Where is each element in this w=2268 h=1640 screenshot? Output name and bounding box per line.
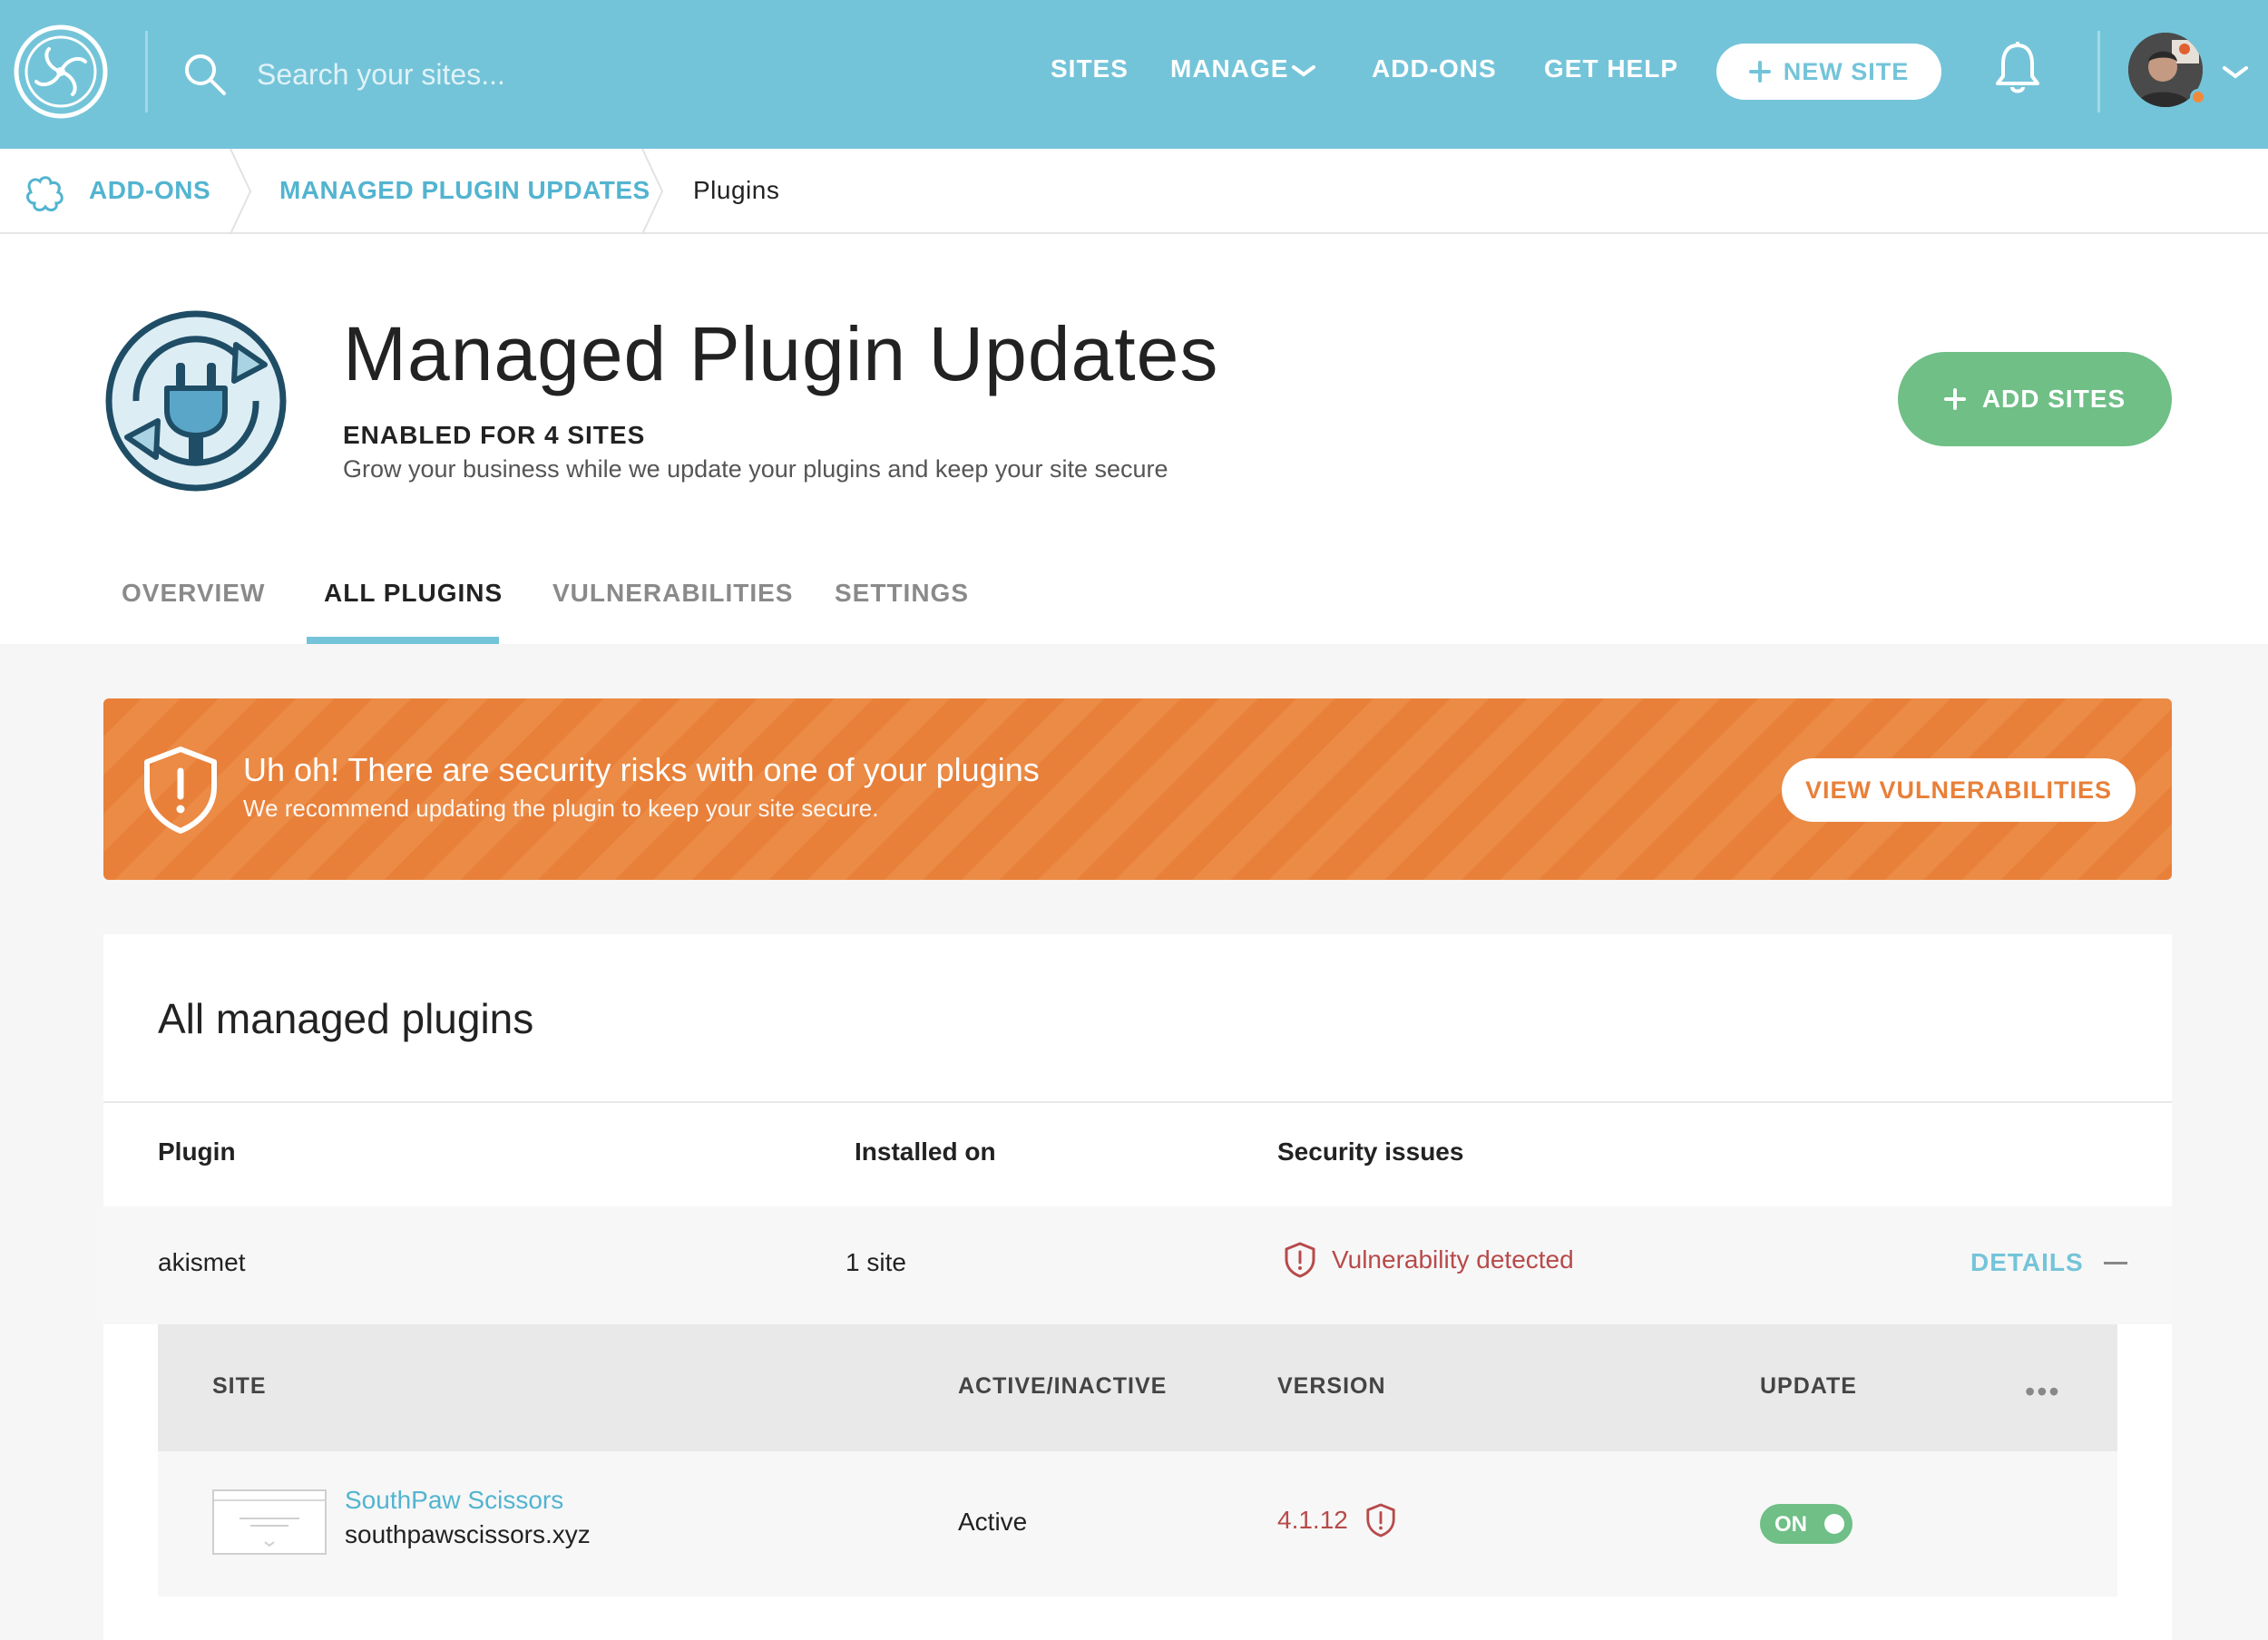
breadcrumb-addons[interactable]: ADD-ONS	[89, 176, 210, 205]
search-icon[interactable]	[181, 51, 229, 98]
sites-subtable-header: SITE ACTIVE/INACTIVE VERSION UPDATE •••	[158, 1324, 2117, 1451]
shield-warning-icon	[1366, 1503, 1395, 1538]
tab-all-plugins[interactable]: ALL PLUGINS	[324, 579, 503, 608]
page-subtitle: Grow your business while we update your …	[343, 455, 1168, 483]
card-title: All managed plugins	[158, 995, 534, 1042]
nav-sites[interactable]: SITES	[1051, 54, 1129, 83]
column-header-plugin: Plugin	[158, 1137, 236, 1166]
enabled-count: ENABLED FOR 4 SITES	[343, 421, 646, 449]
tab-vulnerabilities[interactable]: VULNERABILITIES	[552, 579, 793, 608]
plugin-name: akismet	[158, 1248, 246, 1276]
installed-on-count: 1 site	[846, 1248, 906, 1276]
site-url: southpawscissors.xyz	[345, 1520, 591, 1548]
breadcrumb-separator	[640, 148, 664, 235]
online-status-dot	[2190, 89, 2206, 105]
toggle-label: ON	[1774, 1512, 1807, 1537]
site-plugin-status: Active	[958, 1508, 1028, 1536]
page-title: Managed Plugin Updates	[343, 311, 1219, 396]
search-input[interactable]	[257, 51, 765, 98]
details-label: DETAILS	[1970, 1248, 2084, 1276]
subcolumn-header-version: VERSION	[1277, 1373, 1386, 1399]
top-navigation-bar: SITES MANAGE ADD-ONS GET HELP NEW SITE	[0, 0, 2268, 149]
chevron-down-icon[interactable]	[1290, 58, 1317, 85]
page-header: Managed Plugin Updates ENABLED FOR 4 SIT…	[0, 234, 2268, 644]
breadcrumb: ADD-ONS MANAGED PLUGIN UPDATES Plugins	[0, 148, 2268, 235]
topbar-divider	[145, 31, 148, 112]
collapse-icon	[2103, 1261, 2127, 1264]
security-status: Vulnerability detected	[1283, 1241, 1574, 1279]
flywheel-logo-icon[interactable]	[13, 24, 109, 120]
managed-plugins-card: All managed plugins Plugin Installed on …	[103, 934, 2172, 1640]
toggle-knob	[1824, 1514, 1844, 1534]
breadcrumb-separator	[229, 148, 252, 235]
divider	[103, 1101, 2172, 1103]
shield-warning-icon	[140, 744, 221, 835]
new-site-button[interactable]: NEW SITE	[1716, 44, 1941, 100]
column-header-installed-on: Installed on	[855, 1137, 996, 1166]
view-vulnerabilities-button[interactable]: VIEW VULNERABILITIES	[1782, 758, 2136, 822]
topbar-divider	[2097, 31, 2100, 112]
more-options-icon[interactable]: •••	[2025, 1375, 2061, 1409]
tab-overview[interactable]: OVERVIEW	[122, 579, 265, 608]
shield-warning-icon	[1285, 1242, 1315, 1278]
details-toggle-button[interactable]: DETAILS	[1970, 1248, 2127, 1277]
plugin-version: 4.1.12	[1277, 1502, 1397, 1538]
plugin-update-icon	[100, 305, 292, 497]
subcolumn-header-update: UPDATE	[1760, 1373, 1857, 1399]
site-row: SouthPaw Scissors southpawscissors.xyz A…	[158, 1451, 2117, 1596]
table-row: akismet 1 site Vulnerability detected DE…	[103, 1206, 2172, 1324]
subcolumn-header-site: SITE	[212, 1373, 267, 1399]
alert-subtitle: We recommend updating the plugin to keep…	[243, 795, 879, 822]
breadcrumb-current-plugins: Plugins	[693, 176, 780, 204]
tab-settings[interactable]: SETTINGS	[835, 579, 969, 608]
add-sites-label: ADD SITES	[1981, 385, 2126, 413]
column-header-security-issues: Security issues	[1277, 1137, 1464, 1166]
nav-addons[interactable]: ADD-ONS	[1372, 54, 1497, 83]
version-number: 4.1.12	[1277, 1506, 1348, 1534]
active-tab-indicator	[307, 637, 499, 644]
site-thumbnail[interactable]	[212, 1489, 327, 1555]
vulnerability-label: Vulnerability detected	[1332, 1245, 1574, 1274]
plus-icon	[1943, 388, 1966, 410]
security-alert-banner: Uh oh! There are security risks with one…	[103, 698, 2172, 880]
bell-icon[interactable]	[1994, 40, 2041, 96]
alert-title: Uh oh! There are security risks with one…	[243, 751, 1040, 788]
nav-manage[interactable]: MANAGE	[1170, 54, 1288, 83]
update-toggle[interactable]: ON	[1760, 1504, 1853, 1544]
breadcrumb-managed-plugin-updates[interactable]: MANAGED PLUGIN UPDATES	[279, 176, 650, 205]
nav-get-help[interactable]: GET HELP	[1544, 54, 1678, 83]
plus-icon	[1748, 61, 1771, 83]
chevron-down-icon[interactable]	[2221, 60, 2250, 85]
add-sites-button[interactable]: ADD SITES	[1898, 352, 2172, 446]
addons-puzzle-icon	[22, 169, 69, 216]
subcolumn-header-active-inactive: ACTIVE/INACTIVE	[958, 1373, 1168, 1399]
site-name-link[interactable]: SouthPaw Scissors	[345, 1486, 563, 1515]
new-site-label: NEW SITE	[1783, 57, 1910, 85]
